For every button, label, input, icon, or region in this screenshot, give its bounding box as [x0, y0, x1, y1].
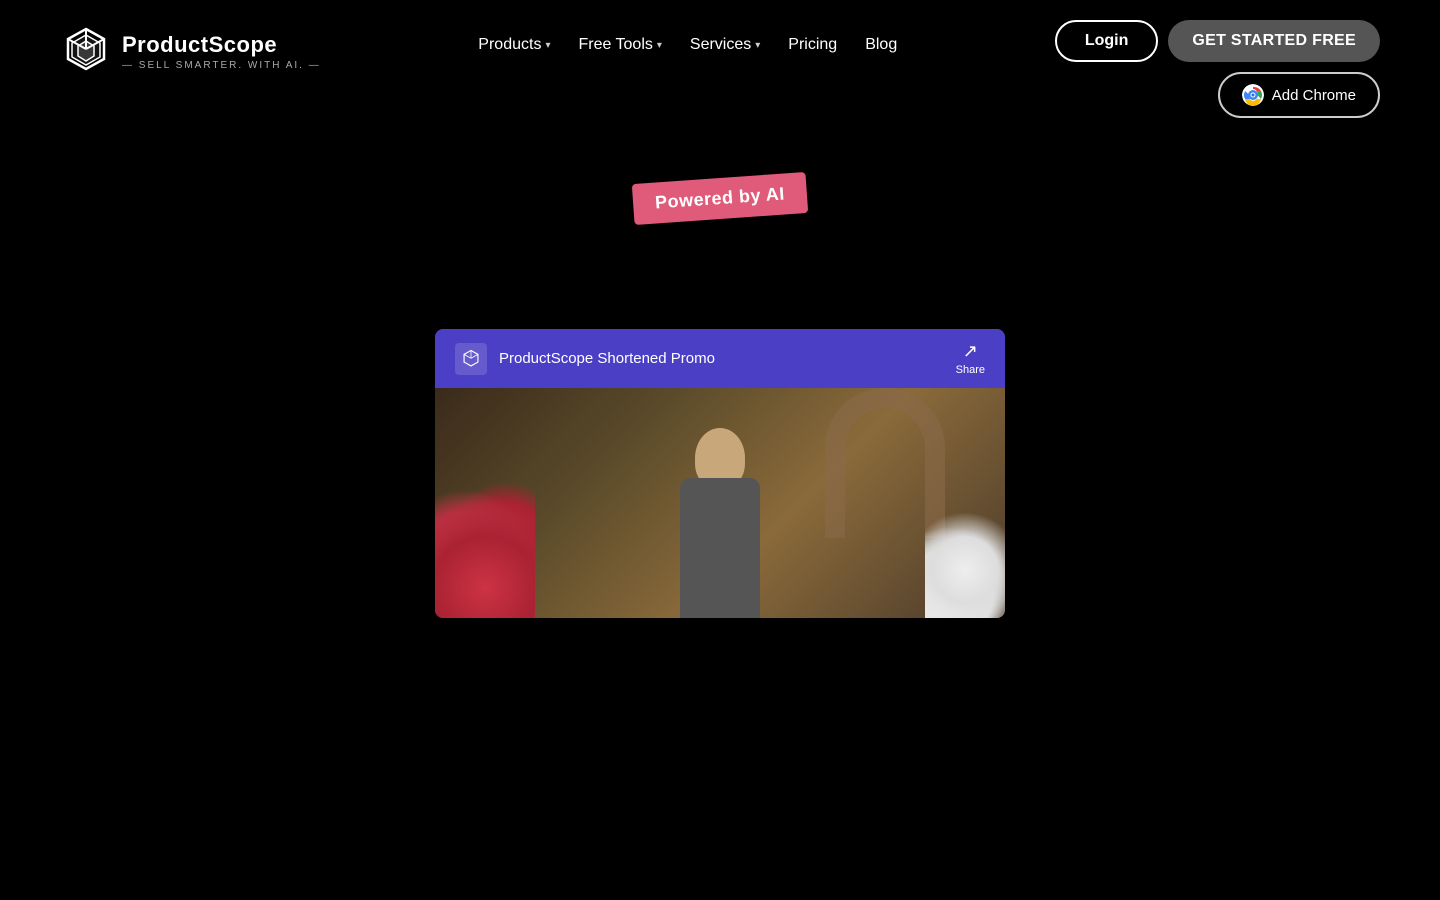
nav-blog[interactable]: Blog	[855, 30, 907, 60]
video-flowers-right	[925, 498, 1005, 618]
powered-by-badge: Powered by AI	[632, 172, 808, 225]
video-flowers-left	[435, 468, 535, 618]
logo-tagline: — SELL SMARTER. WITH AI. —	[122, 60, 321, 71]
nav-pricing[interactable]: Pricing	[778, 30, 847, 60]
navbar: ProductScope — SELL SMARTER. WITH AI. — …	[0, 0, 1440, 118]
video-title: ProductScope Shortened Promo	[499, 350, 715, 367]
chevron-down-icon: ▾	[657, 40, 662, 51]
nav-actions-top: Login GET STARTED FREE	[1055, 20, 1380, 62]
video-header: ProductScope Shortened Promo ↗ Share	[435, 329, 1005, 388]
login-button[interactable]: Login	[1055, 20, 1159, 62]
add-chrome-button[interactable]: Add Chrome	[1218, 72, 1380, 118]
chevron-down-icon: ▾	[755, 40, 760, 51]
main-content: Powered by AI ProductScope Shortened Pro…	[0, 178, 1440, 618]
chrome-icon	[1242, 84, 1264, 106]
video-figure	[630, 408, 810, 618]
share-icon: ↗	[963, 341, 978, 362]
share-label: Share	[956, 364, 985, 376]
logo-name: ProductScope	[122, 32, 321, 58]
powered-badge-wrapper: Powered by AI	[633, 178, 807, 219]
nav-links: Products ▾ Free Tools ▾ Services ▾ Prici…	[468, 20, 907, 60]
get-started-button[interactable]: GET STARTED FREE	[1168, 20, 1380, 62]
video-channel-logo	[455, 343, 487, 375]
video-header-left: ProductScope Shortened Promo	[455, 343, 715, 375]
nav-services[interactable]: Services ▾	[680, 30, 770, 60]
figure-body	[680, 478, 760, 618]
video-thumbnail[interactable]	[435, 388, 1005, 618]
video-share-button[interactable]: ↗ Share	[956, 341, 985, 376]
nav-products[interactable]: Products ▾	[468, 30, 560, 60]
logo-icon	[60, 25, 112, 77]
video-container[interactable]: ProductScope Shortened Promo ↗ Share	[435, 329, 1005, 618]
logo[interactable]: ProductScope — SELL SMARTER. WITH AI. —	[60, 20, 321, 77]
logo-text: ProductScope — SELL SMARTER. WITH AI. —	[122, 32, 321, 71]
nav-free-tools[interactable]: Free Tools ▾	[568, 30, 671, 60]
chevron-down-icon: ▾	[545, 40, 550, 51]
nav-actions: Login GET STARTED FREE Add Chro	[1055, 20, 1380, 118]
